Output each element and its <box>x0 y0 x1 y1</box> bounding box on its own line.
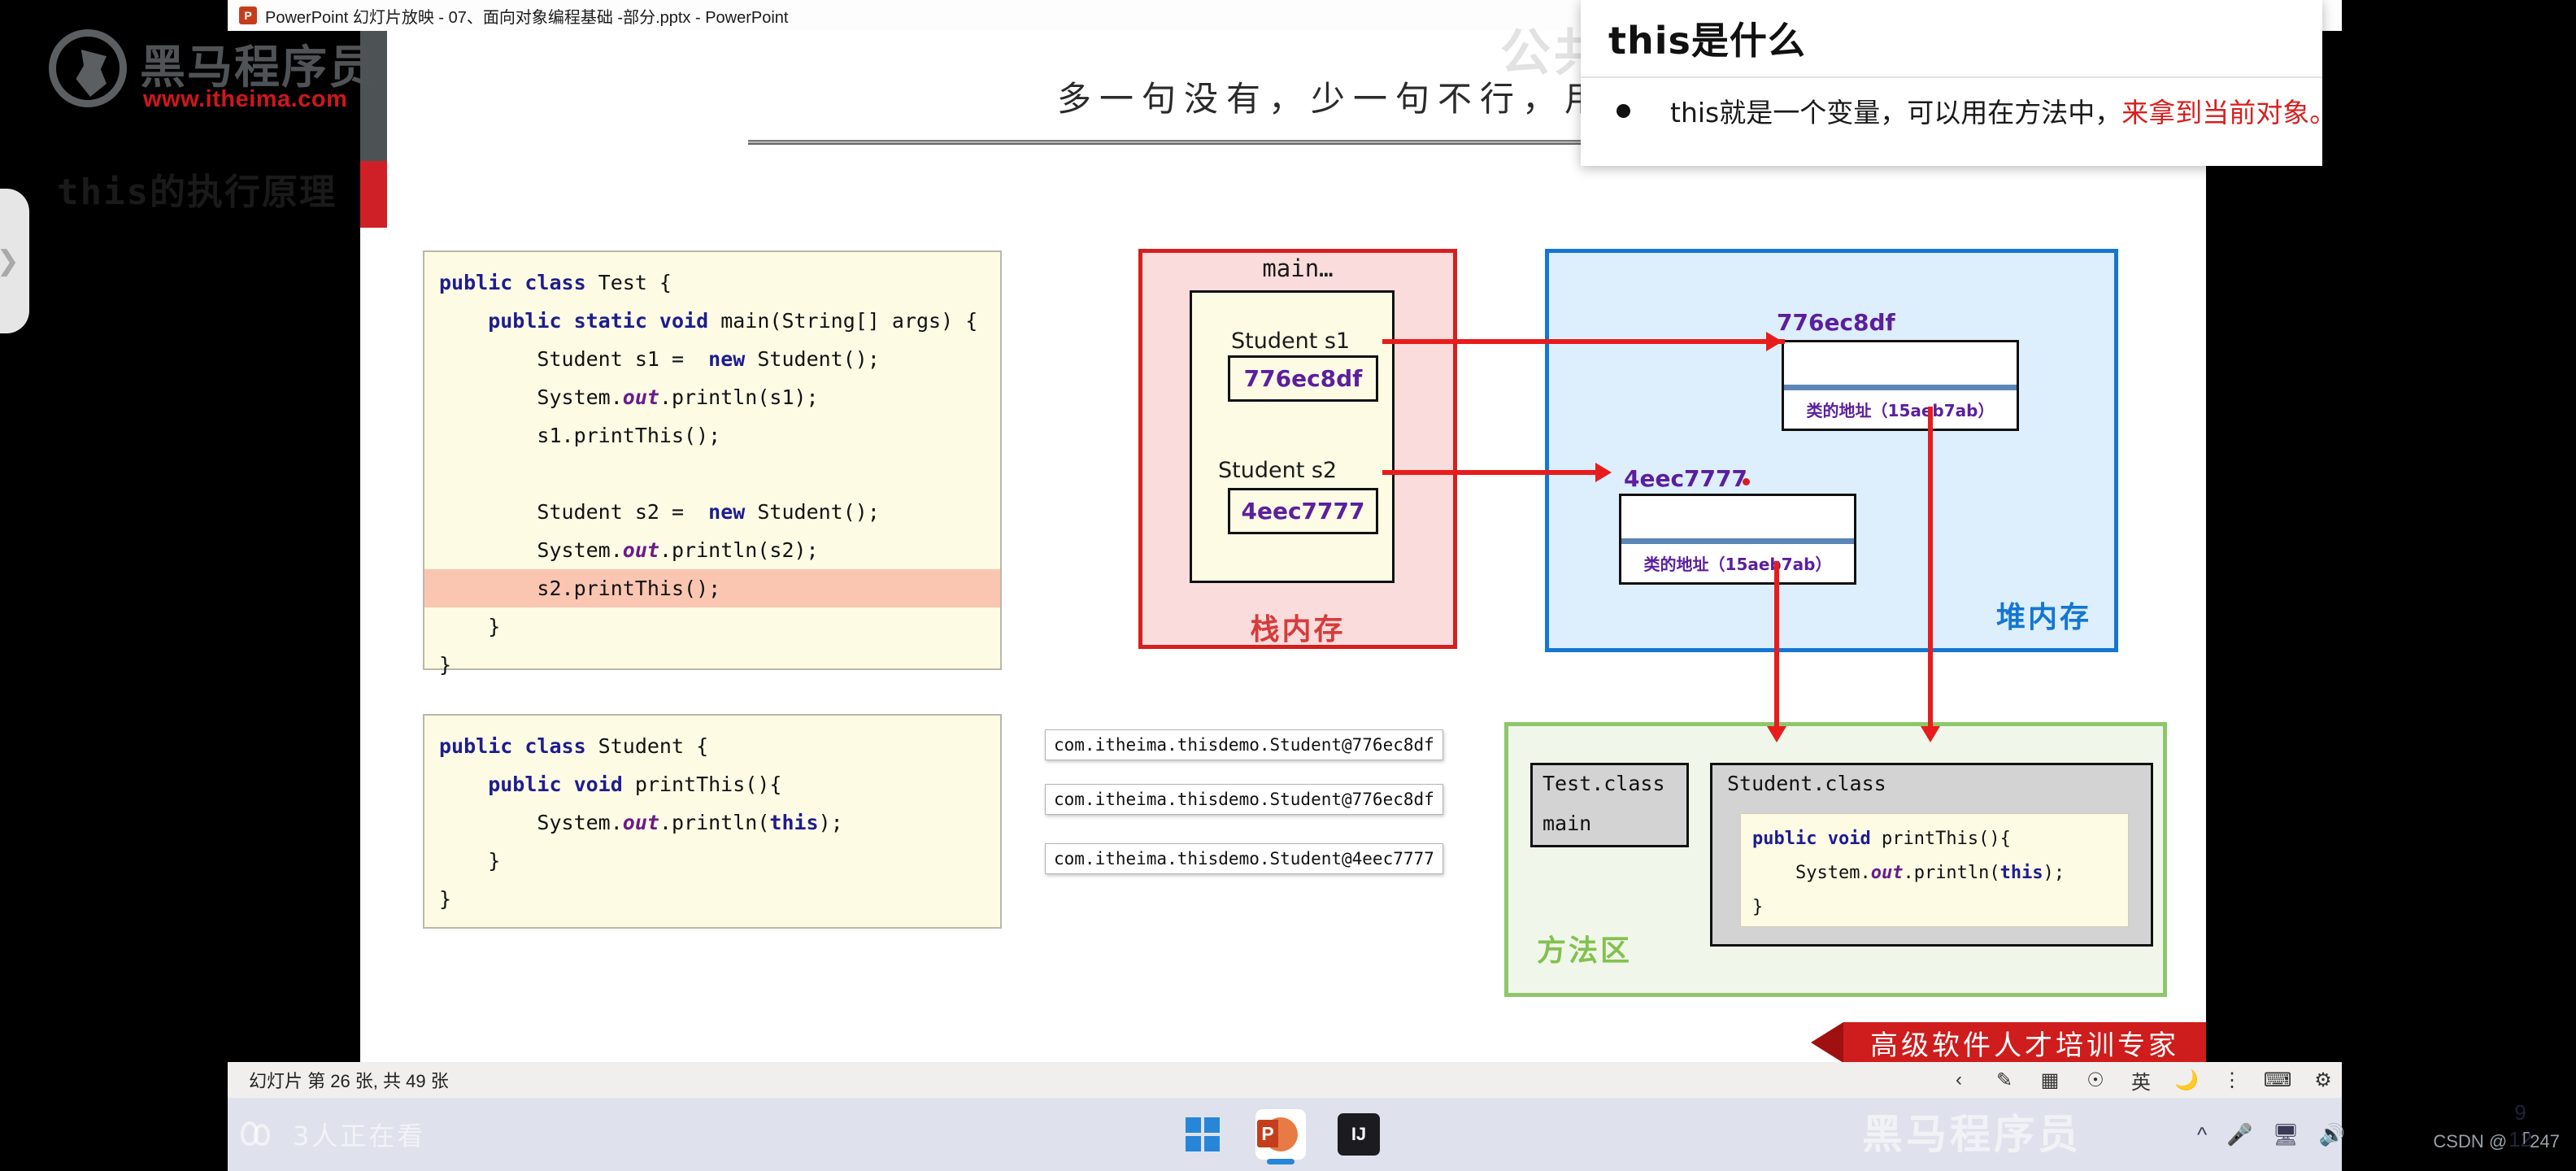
stack-var-s2-label: Student s2 <box>1218 458 1338 483</box>
this-explanation-popup: this是什么 this就是一个变量，可以用在方法中，来拿到当前对象。 <box>1581 0 2336 166</box>
system-tray: ^ 🎤 🖥 🔊 <box>2197 1098 2345 1171</box>
volume-icon[interactable]: 🔊 <box>2319 1122 2345 1147</box>
code-line: public class Student { <box>439 734 709 758</box>
people-icon <box>239 1118 276 1151</box>
all-slides-icon[interactable]: ▦ <box>2038 1069 2062 1091</box>
slide-counter: 幻灯片 第 26 张, 共 49 张 <box>249 1071 449 1091</box>
student-class-method-code: public void printThis(){ System.out.prin… <box>1740 813 2129 927</box>
popup-title: this是什么 <box>1608 19 1806 63</box>
console-output-1: com.itheima.thisdemo.Student@776ec8df <box>1045 729 1443 760</box>
stack-region-tag: 栈内存 <box>1250 613 1346 646</box>
console-output-3: com.itheima.thisdemo.Student@4eec7777 <box>1045 843 1443 874</box>
heap-object-2-class-address: 类的地址（15aeb7ab） <box>1643 555 1832 574</box>
heap-object-1-divider <box>1784 385 2017 390</box>
stack-var-s1-value: 776ec8df <box>1228 355 1378 402</box>
heap-object-2-divider <box>1621 538 1854 544</box>
test-class-member: main <box>1543 812 1592 835</box>
taskbar-apps: IJ <box>1179 1098 1388 1171</box>
ime-english-icon[interactable]: 英 <box>2129 1069 2153 1094</box>
popup-bullet-text: this就是一个变量，可以用在方法中，来拿到当前对象。 <box>1670 91 2336 130</box>
arrow-s1-to-object1-line <box>1382 339 1785 344</box>
code-line: public void printThis(){ <box>1752 829 2011 849</box>
code-line: } <box>439 615 501 638</box>
powerpoint-icon[interactable] <box>1255 1109 1306 1164</box>
csdn-credit: CSDN @ 「247 <box>2433 1131 2560 1151</box>
code-line: Student s1 = new Student(); <box>439 347 880 371</box>
console-output-2: com.itheima.thisdemo.Student@776ec8df <box>1045 784 1443 815</box>
pen-icon[interactable]: ✎ <box>1992 1069 2017 1091</box>
code-line: s1.printThis(); <box>439 424 721 447</box>
code-line: } <box>439 887 452 911</box>
student-class-name: Student.class <box>1727 772 1886 795</box>
previous-icon[interactable]: ‹ <box>1947 1069 1971 1090</box>
powerpoint-icon: P <box>239 7 257 24</box>
code-line: System.out.println(s2); <box>439 538 819 562</box>
heap-object-2-box: 类的地址（15aeb7ab） <box>1619 494 1856 585</box>
code-block-student: public class Student { public void print… <box>423 714 1002 929</box>
logo-url-text: www.itheima.com <box>143 86 348 112</box>
bullet-point-icon <box>1617 104 1630 118</box>
chevron-up-icon[interactable]: ^ <box>2197 1122 2207 1147</box>
itheima-logo: 黑马程序员 www.itheima.com <box>49 24 390 114</box>
keyboard-icon[interactable]: ⌨ <box>2264 1069 2292 1091</box>
heap-object-1-class-address: 类的地址（15aeb7ab） <box>1806 401 1995 420</box>
heap-marker-dot-icon <box>1743 478 1750 485</box>
code-line: System.out.println(this); <box>1752 863 2065 883</box>
viewers-count-label: 3人正在看 <box>293 1121 426 1151</box>
code-line: } <box>1752 897 1764 917</box>
arrow-s2-to-object2-line <box>1382 470 1603 475</box>
heap-region-tag: 堆内存 <box>1996 601 2092 634</box>
arrow-object1-to-student-class-line <box>1928 407 1933 730</box>
heap-object-2-address: 4eec7777 <box>1624 465 1747 492</box>
heap-object-1-address: 776ec8df <box>1777 309 1895 336</box>
chevron-right-icon[interactable]: ❯ <box>0 189 29 333</box>
code-line: public void printThis(){ <box>439 773 782 796</box>
code-line: public class Test { <box>439 271 672 294</box>
page-title: this的执行原理 <box>57 172 337 213</box>
arrow-s2-to-object2-head <box>1595 463 1612 482</box>
moon-icon[interactable]: 🌙 <box>2174 1069 2199 1091</box>
display-icon[interactable]: 🖥 <box>2273 1122 2300 1147</box>
code-block-test: public class Test { public static void m… <box>423 250 1002 677</box>
code-line: Student s2 = new Student(); <box>439 500 880 524</box>
heap-object-1-box: 类的地址（15aeb7ab） <box>1782 340 2019 431</box>
stack-var-s1-label: Student s1 <box>1231 329 1351 354</box>
code-line: } <box>439 653 452 677</box>
cursor-icon[interactable]: ⋮ <box>2220 1069 2244 1091</box>
test-class-box: Test.class main <box>1530 763 1689 847</box>
microphone-icon[interactable]: 🎤 <box>2226 1122 2252 1147</box>
page-number-top: 9 <box>2514 1100 2526 1125</box>
stack-var-s2-value: 4eec7777 <box>1228 488 1378 534</box>
popup-bullet-prefix: this就是一个变量，可以用在方法中， <box>1670 97 2122 128</box>
stack-frame-label: main… <box>1262 255 1334 282</box>
intellij-idea-icon[interactable]: IJ <box>1329 1108 1388 1158</box>
gear-icon[interactable]: ⚙ <box>2311 1069 2335 1091</box>
taskbar-watermark: 黑马程序员 <box>1862 1111 2082 1158</box>
code-line: System.out.println(this); <box>439 811 843 834</box>
code-line: } <box>439 849 501 873</box>
training-banner: 高级软件人才培训专家 <box>1811 1022 2206 1063</box>
test-class-name: Test.class <box>1543 772 1665 795</box>
windows-start-icon[interactable] <box>1179 1111 1226 1158</box>
viewers-indicator: 3人正在看 <box>190 1098 425 1171</box>
horse-logo-icon <box>49 29 127 107</box>
code-line: s2.printThis(); <box>424 569 1000 607</box>
powerpoint-status-bar: 幻灯片 第 26 张, 共 49 张 ‹ ✎ ▦ ☉ 英 🌙 ⋮ ⌨ ⚙ <box>228 1062 2342 1098</box>
slide-accent-red-bar <box>360 161 387 228</box>
arrow-object2-to-student-class-head <box>1767 726 1786 742</box>
popup-divider <box>1581 76 2322 78</box>
arrow-object2-to-student-class-line <box>1774 561 1779 730</box>
code-line: System.out.println(s1); <box>439 385 819 409</box>
arrow-s1-to-object1-head <box>1766 332 1782 351</box>
zoom-icon[interactable]: ☉ <box>2083 1069 2108 1091</box>
method-area-tag: 方法区 <box>1537 934 1633 968</box>
popup-bullet-highlight: 来拿到当前对象。 <box>2121 97 2337 128</box>
code-line: public static void main(String[] args) { <box>439 309 978 333</box>
arrow-object1-to-student-class-head <box>1921 726 1940 742</box>
